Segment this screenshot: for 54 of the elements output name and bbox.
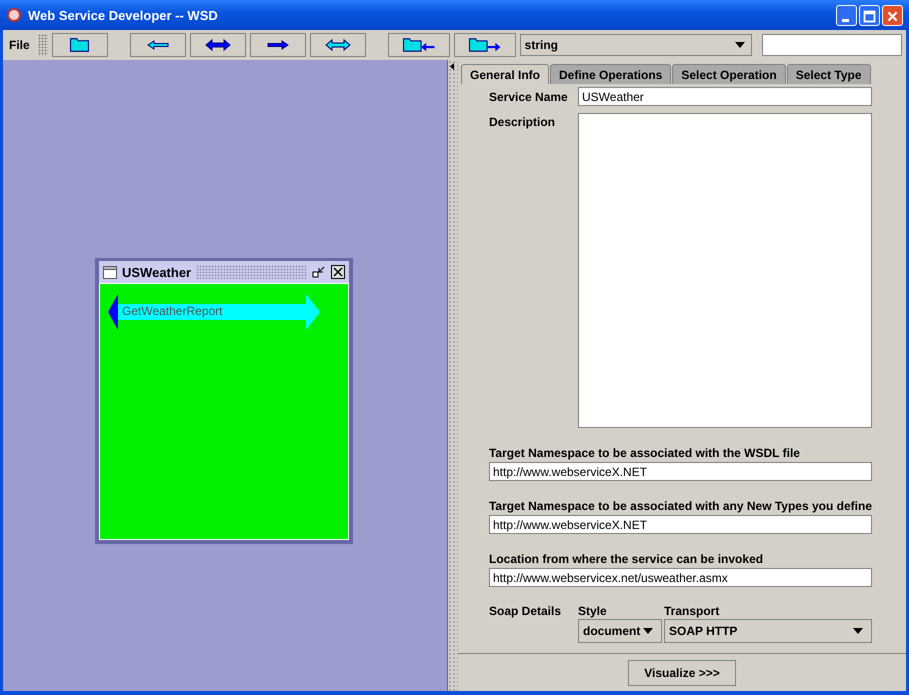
toolbar-button[interactable] [190, 33, 246, 57]
input-field[interactable]: http://www.webserviceX.NET [488, 462, 872, 481]
description-field[interactable] [578, 113, 872, 428]
input-field[interactable]: http://www.webservicex.net/usweather.asmx [488, 568, 872, 587]
tab[interactable]: General Info [460, 64, 549, 84]
type-combo[interactable]: string [520, 34, 752, 56]
service-name-field[interactable]: USWeather [578, 87, 872, 106]
field-label: Location from where the service can be invoked [488, 552, 764, 566]
field-label: Target Namespace to be associated with any New Types you define [488, 499, 872, 513]
caret-icon [734, 42, 745, 48]
right-arrow-icon [264, 38, 291, 52]
minimize-icon[interactable] [312, 265, 326, 279]
visualize-button[interactable]: Visualize >>> [628, 660, 736, 686]
folder-arrow-icon [468, 38, 501, 52]
toolbar-button[interactable] [310, 33, 366, 57]
field-label: Service Name [488, 90, 569, 104]
field-label: Target Namespace to be associated with the WSDL file [488, 446, 801, 460]
input-field[interactable]: http://www.webserviceX.NET [488, 515, 872, 534]
field-label: Soap Details [488, 604, 562, 620]
tab[interactable]: Define Operations [550, 64, 672, 84]
field-label: Transport [664, 604, 720, 618]
toolbar-button[interactable] [388, 33, 450, 57]
search-field[interactable] [762, 34, 902, 56]
folder-icon [70, 38, 90, 52]
collapse-arrow-icon[interactable] [450, 63, 454, 70]
tab[interactable]: Select Operation [672, 64, 786, 84]
double-arrow-icon [324, 38, 351, 52]
minimize-icon [842, 18, 849, 22]
caret-icon [642, 628, 653, 634]
window-icon [103, 266, 117, 278]
field-label: Description [488, 114, 556, 131]
close-icon[interactable] [331, 265, 345, 279]
window-title: Web Service Developer -- WSD [28, 8, 219, 22]
maximize-button[interactable] [859, 4, 880, 26]
caret-icon [853, 628, 863, 634]
operation-label: GetWeatherReport [122, 304, 222, 318]
close-button[interactable] [882, 4, 903, 26]
toolbar-button[interactable] [52, 33, 108, 57]
toolbar-button[interactable] [130, 33, 186, 57]
style-dropdown[interactable]: document [578, 619, 662, 643]
folder-arrow-icon [402, 38, 435, 52]
tab[interactable]: Select Type [786, 64, 871, 84]
left-arrow-icon [144, 38, 171, 52]
double-arrow-icon [204, 38, 231, 52]
operation-arrow[interactable] [108, 294, 320, 330]
toolbar-button[interactable] [454, 33, 516, 57]
field-label: Style [578, 604, 608, 618]
toolbar-button[interactable] [250, 33, 306, 57]
transport-dropdown[interactable]: SOAP HTTP [664, 619, 872, 643]
file-menu[interactable]: File [5, 38, 34, 52]
minimize-button[interactable] [836, 4, 857, 26]
app-icon [6, 7, 22, 23]
toolbar-grip[interactable] [38, 34, 48, 56]
internal-window-title: USWeather [122, 264, 192, 280]
